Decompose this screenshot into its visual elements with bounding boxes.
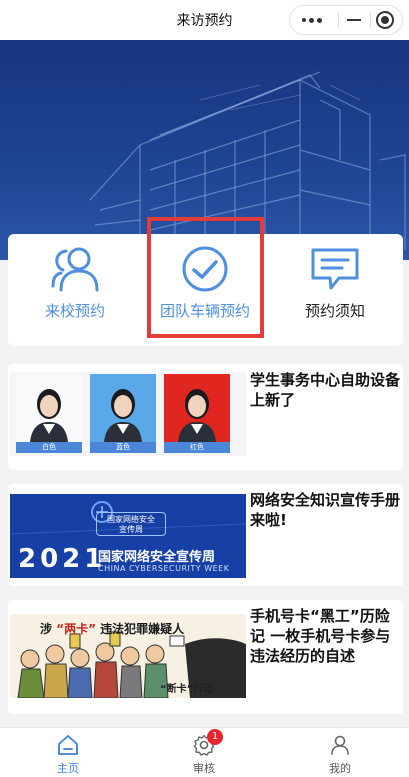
news-thumbnail-cartoon: 涉 “两卡” 违法犯罪嫌疑人 “断卡”行动 xyxy=(10,614,246,698)
news-thumbnail-id-photos: 白色 蓝色 红色 xyxy=(10,372,246,456)
portrait-figure xyxy=(178,389,216,442)
close-target-icon[interactable] xyxy=(376,11,394,29)
news-title: 手机号卡“黑工”历险记 一枚手机号卡参与违法经历的自述 xyxy=(250,607,391,665)
id-photo-white: 白色 xyxy=(16,374,82,454)
user-icon xyxy=(331,735,349,755)
id-photo-red: 红色 xyxy=(164,374,230,454)
tab-label-home: 主页 xyxy=(57,762,79,775)
menu-label-campus-visit: 来校预约 xyxy=(44,302,105,320)
bottom-tab-bar: 主页 1 审核 我的 xyxy=(0,727,409,777)
photo-caption: 蓝色 xyxy=(90,442,156,453)
miniprogram-capsule xyxy=(289,5,403,35)
news-item[interactable]: 涉 “两卡” 违法犯罪嫌疑人 “断卡”行动 手机号卡“黑工”历险记 一枚手机号卡… xyxy=(8,600,403,714)
message-notice-icon xyxy=(311,248,359,290)
cyber-week-en: CHINA CYBERSECURITY WEEK xyxy=(98,564,230,573)
nav-bar: 来访预约 xyxy=(0,0,409,40)
news-item[interactable]: 国家网络安全 宣传周 2021 国家网络安全宣传周 CHINA CYBERSECU… xyxy=(8,484,403,586)
portrait-figure xyxy=(104,389,142,442)
capsule-divider xyxy=(370,13,371,28)
user-group-icon xyxy=(51,247,99,292)
news-thumbnail-cyber-week: 国家网络安全 宣传周 2021 国家网络安全宣传周 CHINA CYBERSECU… xyxy=(10,494,246,578)
cyber-week-year: 2021 xyxy=(18,544,107,574)
id-photo-blue: 蓝色 xyxy=(90,374,156,454)
menu-item-campus-visit[interactable]: 来校预约 xyxy=(10,234,140,346)
minimize-icon[interactable] xyxy=(342,6,366,34)
cartoon-title: 涉 “两卡” 违法犯罪嫌疑人 xyxy=(40,622,185,636)
cyber-week-badge: 国家网络安全 宣传周 xyxy=(96,512,166,536)
cyber-week-zh: 国家网络安全宣传周 xyxy=(98,550,216,565)
news-title: 学生事务中心自助设备上新了 xyxy=(250,371,401,409)
highlight-frame xyxy=(147,217,264,338)
portrait-figure xyxy=(30,389,68,442)
more-icon[interactable] xyxy=(290,6,334,34)
home-icon xyxy=(58,735,78,755)
tab-review[interactable]: 1 审核 xyxy=(136,728,272,777)
tab-home[interactable]: 主页 xyxy=(0,728,136,777)
menu-label-booking-notice: 预约须知 xyxy=(304,302,365,320)
tab-label-review: 审核 xyxy=(193,762,215,775)
news-title: 网络安全知识宣传手册来啦! xyxy=(250,491,401,529)
photo-caption: 白色 xyxy=(16,442,82,453)
capsule-divider xyxy=(338,13,339,28)
tab-profile[interactable]: 我的 xyxy=(272,728,408,777)
tab-label-profile: 我的 xyxy=(329,762,351,775)
news-item[interactable]: 白色 蓝色 红色 学生事务中心自助设备上新了 xyxy=(8,364,403,470)
cartoon-action-label: “断卡”行动 xyxy=(160,684,214,695)
menu-item-booking-notice[interactable]: 预约须知 xyxy=(270,234,400,346)
notification-badge: 1 xyxy=(207,729,223,745)
photo-caption: 红色 xyxy=(164,442,230,453)
